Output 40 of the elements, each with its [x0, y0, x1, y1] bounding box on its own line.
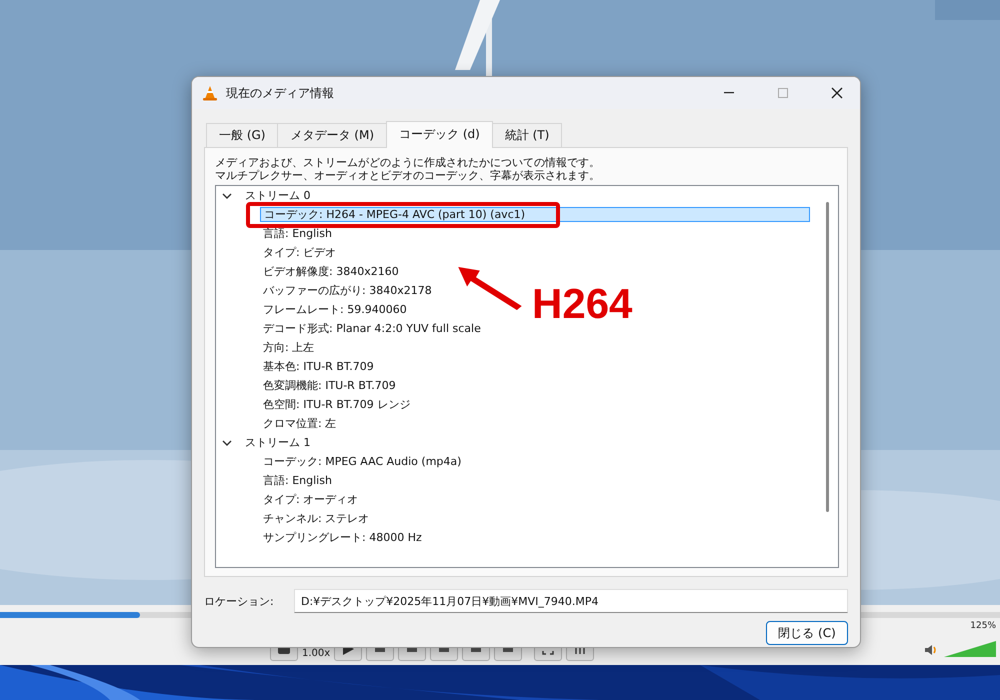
annotation-text: H264 [532, 280, 632, 328]
minimize-icon [724, 92, 734, 94]
chevron-icon[interactable] [222, 190, 232, 200]
tree-item[interactable]: デコード形式: Planar 4:2:0 YUV full scale [260, 322, 484, 335]
tree-item[interactable]: 色空間: ITU-R BT.709 レンジ [260, 398, 414, 411]
description-text: マルチプレクサー、オーディオとビデオのコーデック、字幕が表示されます。 [215, 169, 601, 182]
location-label: ロケーション: [204, 594, 275, 608]
close-icon [831, 87, 843, 99]
tree-item[interactable]: フレームレート: 59.940060 [260, 303, 410, 316]
scrollbar[interactable] [826, 202, 829, 512]
tree-item[interactable]: 方向: 上左 [260, 341, 318, 354]
tree-item[interactable]: コーデック: MPEG AAC Audio (mp4a) [260, 455, 464, 468]
description-text: メディアおよび、ストリームがどのように作成されたかについての情報です。 [215, 156, 601, 169]
speed-label[interactable]: 1.00x [302, 648, 330, 660]
tree-item[interactable]: クロマ位置: 左 [260, 417, 340, 430]
maximize-icon [778, 88, 788, 98]
tab[interactable]: コーデック (d) [386, 121, 493, 148]
tree-item[interactable]: バッファーの広がり: 3840x2178 [260, 284, 435, 297]
tab[interactable]: 統計 (T) [492, 123, 562, 148]
speaker-icon[interactable] [924, 643, 938, 657]
tree-item[interactable]: タイプ: ビデオ [260, 246, 340, 259]
close-button[interactable]: 閉じる (C) [766, 621, 848, 645]
volume-slider[interactable] [944, 641, 996, 657]
tree-item[interactable]: ビデオ解像度: 3840x2160 [260, 265, 402, 278]
tree-item[interactable]: 基本色: ITU-R BT.709 [260, 360, 377, 373]
tree-item[interactable]: サンプリングレート: 48000 Hz [260, 531, 425, 544]
tree-item[interactable]: 言語: English [260, 227, 335, 240]
tree-item[interactable]: チャンネル: ステレオ [260, 512, 372, 525]
tab[interactable]: 一般 (G) [206, 123, 278, 148]
volume-reading: 125% [970, 621, 996, 631]
tree-item[interactable]: コーデック: H264 - MPEG-4 AVC (part 10) (avc1) [260, 207, 810, 222]
tree-item[interactable]: 言語: English [260, 474, 335, 487]
window-title: 現在のメディア情報 [226, 84, 335, 102]
chevron-icon[interactable] [222, 438, 232, 448]
tree-item[interactable]: 色変調機能: ITU-R BT.709 [260, 379, 399, 392]
tree-item[interactable]: タイプ: オーディオ [260, 493, 362, 506]
traffic-cone-icon [202, 85, 218, 101]
tree-item[interactable]: ストリーム 1 [242, 436, 314, 449]
tree-item[interactable]: ストリーム 0 [242, 189, 314, 202]
location-field[interactable]: D:¥デスクトップ¥2025年11月07日¥動画¥MVI_7940.MP4 [294, 589, 848, 613]
